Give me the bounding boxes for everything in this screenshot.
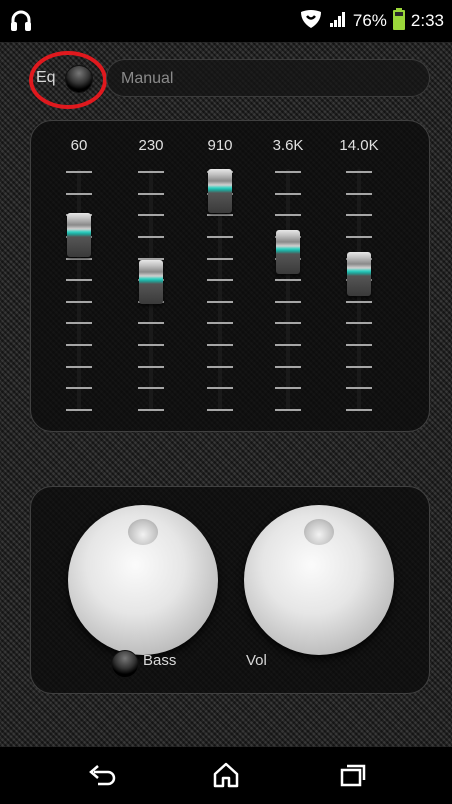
bass-knob-indicator <box>128 519 158 545</box>
band-tick <box>207 387 233 390</box>
band-tick <box>207 344 233 347</box>
band-tick <box>207 322 233 325</box>
band-tick <box>346 365 372 368</box>
battery-icon <box>392 7 405 35</box>
band-tick <box>207 365 233 368</box>
band-tick <box>346 300 372 303</box>
band-slider-track[interactable] <box>286 169 290 411</box>
band-tick <box>346 235 372 238</box>
band-tick <box>66 387 92 390</box>
status-bar: 76% 2:33 <box>0 0 452 42</box>
equalizer-panel: 60 230 910 3.6K 14.0K <box>30 120 430 432</box>
band-label: 3.6K <box>272 137 304 154</box>
band-tick <box>275 344 301 347</box>
band-tick <box>275 279 301 282</box>
band-tick <box>138 192 164 195</box>
band-label: 14.0K <box>339 137 379 154</box>
band-slider-thumb[interactable] <box>276 230 300 275</box>
band-tick <box>275 300 301 303</box>
volume-knob-indicator <box>304 519 334 545</box>
bass-label: Bass <box>143 652 177 669</box>
band-tick <box>346 192 372 195</box>
band-tick <box>138 344 164 347</box>
shield-icon <box>299 9 323 34</box>
band-tick <box>138 171 164 173</box>
band-tick <box>66 344 92 347</box>
clock: 2:33 <box>410 11 444 30</box>
band-tick <box>138 322 164 325</box>
band-tick <box>138 214 164 217</box>
band-slider-thumb[interactable] <box>208 169 232 213</box>
band-slider-track[interactable] <box>77 169 81 411</box>
band-tick <box>275 192 301 195</box>
bass-knob[interactable] <box>68 505 218 655</box>
preset-selector[interactable]: Manual <box>106 59 430 97</box>
band-tick <box>275 387 301 390</box>
band-tick <box>207 257 233 260</box>
band-tick <box>346 214 372 217</box>
band-tick <box>346 409 372 411</box>
home-icon[interactable] <box>206 760 246 790</box>
band-tick <box>207 214 233 217</box>
band-tick <box>207 409 233 411</box>
band-tick <box>138 409 164 411</box>
band-tick <box>66 322 92 325</box>
band-tick <box>346 322 372 325</box>
band-tick <box>66 365 92 368</box>
band-slider-thumb[interactable] <box>67 212 91 257</box>
band-tick <box>66 171 92 173</box>
navigation-bar <box>0 747 452 804</box>
signal-icon <box>329 10 347 33</box>
bass-toggle-button[interactable] <box>111 650 139 678</box>
band-tick <box>275 322 301 325</box>
band-tick <box>346 344 372 347</box>
battery-percent: 76% <box>352 11 387 30</box>
band-slider-thumb[interactable] <box>347 252 371 297</box>
band-tick <box>207 235 233 238</box>
band-label: 910 <box>207 137 233 154</box>
band-tick <box>346 171 372 173</box>
band-tick <box>346 387 372 390</box>
recent-apps-icon[interactable] <box>333 760 373 790</box>
band-label: 60 <box>70 137 88 154</box>
band-tick <box>275 171 301 173</box>
vol-label: Vol <box>246 652 267 669</box>
band-tick <box>66 257 92 260</box>
headphones-icon <box>10 9 32 38</box>
band-tick <box>138 365 164 368</box>
band-tick <box>275 214 301 217</box>
preset-value: Manual <box>121 70 174 87</box>
back-icon[interactable] <box>83 760 123 790</box>
band-tick <box>66 409 92 411</box>
highlight-circle <box>29 51 107 109</box>
band-label: 230 <box>138 137 164 154</box>
volume-knob[interactable] <box>244 505 394 655</box>
band-tick <box>66 279 92 282</box>
band-tick <box>138 235 164 238</box>
band-tick <box>207 300 233 303</box>
band-tick <box>275 365 301 368</box>
band-tick <box>275 409 301 411</box>
band-tick <box>66 192 92 195</box>
band-tick <box>138 387 164 390</box>
band-slider-thumb[interactable] <box>139 260 163 305</box>
band-tick <box>207 279 233 282</box>
band-tick <box>66 300 92 303</box>
